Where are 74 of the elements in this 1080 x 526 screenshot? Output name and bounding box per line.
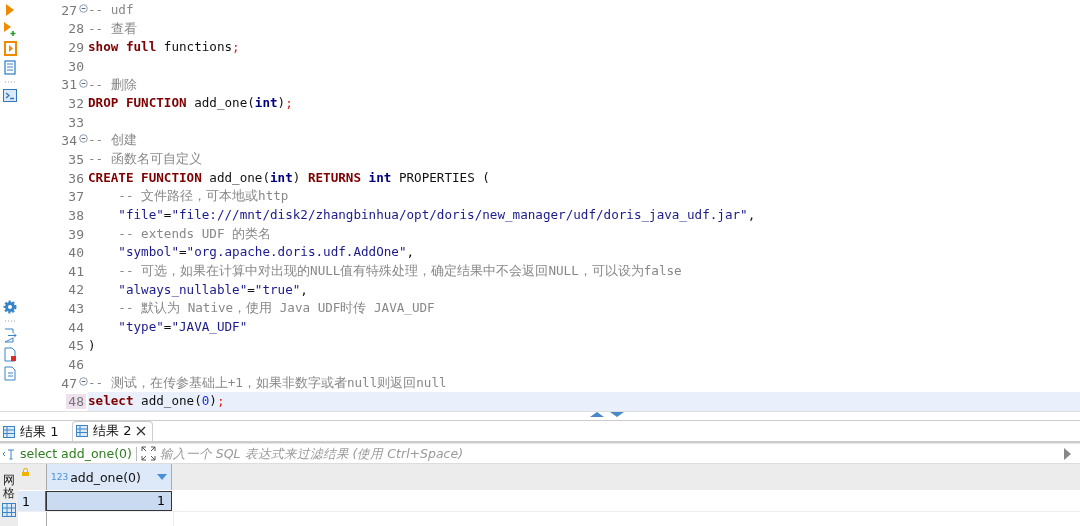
line-number: 41 — [67, 263, 85, 279]
code-line: -- 文件路径，可本地或http — [117, 187, 290, 206]
code-line: CREATE FUNCTION add_one(int) RETURNS int PROPERTIES ( — [88, 168, 491, 187]
line-number: 45 — [67, 338, 85, 354]
dropdown-icon[interactable] — [157, 474, 167, 480]
grid-icon[interactable] — [2, 503, 16, 518]
line-number: 38 — [67, 207, 85, 223]
file-error-icon[interactable] — [3, 347, 17, 362]
code-line: -- 默认为 Native，使用 Java UDF时传 JAVA_UDF — [117, 299, 436, 318]
column-name: add_one(0) — [70, 469, 142, 485]
close-icon[interactable] — [136, 426, 147, 437]
code-line: show full functions; — [88, 38, 241, 57]
lock-icon — [22, 468, 29, 476]
file-icon[interactable] — [3, 366, 17, 381]
terminal-icon[interactable] — [3, 89, 17, 102]
tab-label: 结果 2 — [93, 422, 132, 441]
line-number: 28 — [67, 21, 85, 37]
code-line: "always_nullable"="true", — [117, 280, 309, 299]
export-icon[interactable] — [3, 328, 17, 343]
table-icon — [76, 425, 88, 438]
line-number: 31 — [60, 77, 78, 93]
code-line: -- 可选，如果在计算中对出现的NULL值有特殊处理，确定结果中不会返回NULL，可以设为false — [117, 261, 683, 280]
document-icon[interactable] — [4, 60, 16, 75]
line-number: 42 — [67, 282, 85, 298]
text-cursor-icon — [2, 447, 16, 460]
table-cell[interactable]: 1 — [46, 491, 172, 511]
line-number: 32 — [67, 96, 85, 111]
code-line: "file"="file:///mnt/disk2/zhangbinhua/opt/doris/new_manager/udf/doris_java_udf.jar", — [117, 206, 757, 225]
line-number: 35 — [67, 151, 85, 167]
line-number: 48 — [66, 394, 86, 410]
script-icon[interactable] — [3, 41, 17, 56]
code-line: "type"="JAVA_UDF" — [117, 317, 249, 336]
line-number: 39 — [67, 226, 85, 242]
dots-icon — [4, 318, 16, 324]
line-number: 44 — [67, 319, 85, 335]
line-number: 43 — [67, 301, 85, 317]
line-number: 37 — [67, 189, 85, 205]
code-line: -- 查看 — [88, 19, 138, 38]
query-text: select add_one(0) — [20, 446, 132, 462]
fold-icon[interactable] — [79, 4, 88, 13]
column-header[interactable]: 123 add_one(0) — [46, 464, 172, 490]
play-icon[interactable] — [1063, 447, 1071, 460]
code-line: -- 测试，在传参基础上+1，如果非数字或者null则返回null — [88, 373, 448, 392]
filter-field[interactable]: 输入一个 SQL 表达式来过滤结果 (使用 Ctrl+Space) — [159, 446, 1059, 462]
tab-label: 结果 1 — [20, 422, 59, 441]
table-icon — [3, 425, 15, 438]
gear-icon[interactable] — [3, 300, 17, 314]
result-tab[interactable]: 结果 2 — [72, 420, 154, 441]
line-number: 40 — [67, 245, 85, 261]
line-number: 46 — [67, 357, 85, 372]
code-line: -- 创建 — [88, 131, 138, 150]
code-line: -- extends UDF 的类名 — [117, 224, 273, 243]
code-line: -- 删除 — [88, 75, 138, 94]
line-number: 27 — [60, 2, 78, 18]
dots-icon — [4, 79, 16, 85]
code-line: "symbol"="org.apache.doris.udf.AddOne", — [117, 243, 416, 262]
line-number: 47 — [60, 375, 78, 391]
code-line: -- 函数名可自定义 — [88, 150, 203, 169]
fold-icon[interactable] — [79, 78, 88, 88]
line-number: 33 — [67, 114, 85, 130]
row-number[interactable]: 1 — [18, 491, 46, 511]
maximize-icon[interactable] — [140, 446, 156, 462]
run-icon[interactable] — [5, 3, 15, 17]
fold-icon[interactable] — [79, 376, 88, 386]
code-line: -- udf — [88, 1, 135, 19]
line-number: 30 — [67, 58, 85, 74]
type-label: 123 — [51, 472, 69, 482]
line-number: 36 — [67, 170, 85, 186]
code-line: DROP FUNCTION add_one(int); — [88, 94, 294, 113]
line-number: 29 — [67, 40, 85, 56]
line-number: 34 — [60, 133, 78, 149]
code-line: ) — [88, 336, 97, 355]
fold-icon[interactable] — [79, 134, 88, 144]
run-add-icon[interactable] — [3, 21, 17, 37]
